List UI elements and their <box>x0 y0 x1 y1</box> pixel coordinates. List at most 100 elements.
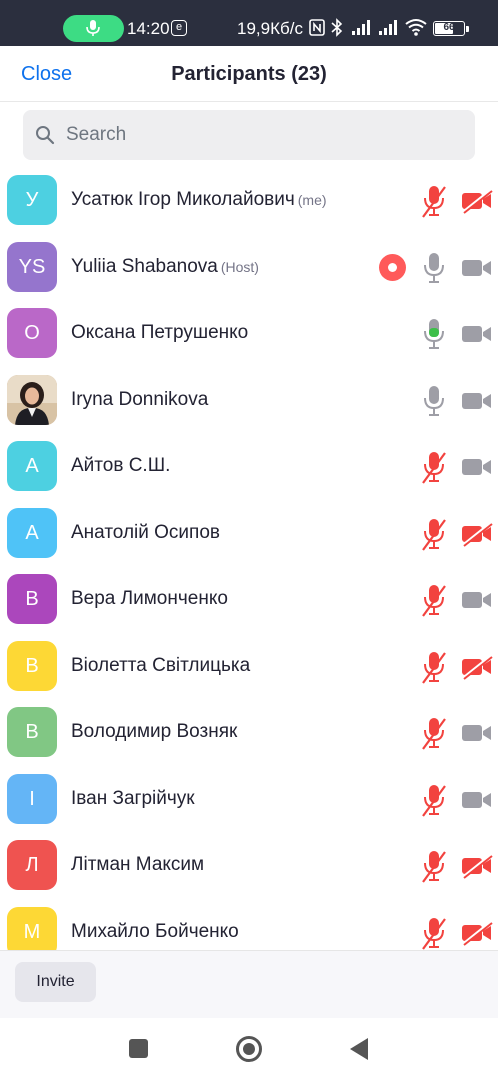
participant-role-tag: (me) <box>297 192 327 208</box>
video-off-icon[interactable] <box>461 919 493 951</box>
participant-name: Анатолій Осипов <box>71 522 220 544</box>
avatar: М <box>7 906 57 950</box>
video-off-icon[interactable] <box>461 653 493 685</box>
microphone-icon[interactable] <box>421 251 447 290</box>
avatar-initial: І <box>29 787 35 810</box>
home-button[interactable] <box>236 1036 262 1062</box>
participant-name-text: Iryna Donnikova <box>71 388 209 410</box>
header: Close Participants (23) <box>0 46 498 102</box>
avatar-initial: М <box>23 920 41 943</box>
participant-name: Віолетта Світлицька <box>71 655 250 677</box>
avatar-initial: А <box>25 521 39 544</box>
video-off-icon[interactable] <box>461 852 493 884</box>
battery-level: 66 <box>443 22 455 33</box>
recording-icon <box>379 253 406 281</box>
mic-muted-icon[interactable] <box>421 517 447 556</box>
video-camera-icon[interactable] <box>461 255 493 286</box>
avatar: В <box>7 640 57 691</box>
participant-name-text: Оксана Петрушенко <box>71 322 249 343</box>
mic-muted-icon[interactable] <box>421 184 447 223</box>
search-bar[interactable] <box>23 110 475 160</box>
participant-name-text: Усатюк Ігор Миколайович <box>71 189 295 210</box>
video-camera-icon[interactable] <box>461 454 493 485</box>
participant-name-text: Анатолій Осипов <box>71 521 220 543</box>
participant-role-tag: (Host) <box>220 258 259 275</box>
video-camera-icon[interactable] <box>461 388 493 419</box>
video-camera-icon[interactable] <box>461 587 493 618</box>
wifi-icon <box>405 19 427 36</box>
avatar-initial: В <box>25 588 39 610</box>
participant-row[interactable]: І Іван Загрійчук <box>0 766 498 833</box>
status-e-badge: e <box>171 20 187 36</box>
avatar-initial: О <box>24 322 40 344</box>
recents-button[interactable] <box>129 1039 148 1058</box>
participant-name: Yuliia Shabanova (Host) <box>71 256 259 278</box>
battery-nub <box>466 26 469 32</box>
mic-muted-icon[interactable] <box>421 450 447 489</box>
participant-row[interactable]: У Усатюк Ігор Миколайович (me) <box>0 167 498 234</box>
signal-1-icon <box>352 20 370 35</box>
avatar-initial: В <box>25 654 39 677</box>
avatar: В <box>7 574 57 624</box>
status-bar: 14:20 e 19,9Кб/с 66 <box>0 0 498 46</box>
participant-row[interactable]: О Оксана Петрушенко <box>0 300 498 367</box>
participant-row[interactable]: А Анатолій Осипов <box>0 500 498 567</box>
participant-name: Айтов С.Ш. <box>71 455 170 477</box>
participant-name: Володимир Возняк <box>71 721 237 743</box>
bottom-bar: Invite <box>0 950 498 1018</box>
participant-row[interactable]: Л Літман Максим <box>0 832 498 899</box>
video-off-icon[interactable] <box>461 187 493 219</box>
video-off-icon[interactable] <box>461 520 493 552</box>
participant-name-text: Віолетта Світлицька <box>71 654 251 676</box>
bluetooth-icon <box>331 18 343 37</box>
participant-row[interactable]: А Айтов С.Ш. <box>0 433 498 500</box>
battery-icon: 66 <box>433 21 469 36</box>
avatar-initial: А <box>25 455 39 477</box>
participant-row[interactable]: YS Yuliia Shabanova (Host) <box>0 234 498 301</box>
avatar-initial: В <box>25 721 39 743</box>
participant-row[interactable]: Iryna Donnikova <box>0 367 498 434</box>
participant-row[interactable]: М Михайло Бойченко <box>0 899 498 951</box>
participant-name-text: Yuliia Shabanova <box>71 255 218 277</box>
avatar: О <box>7 308 57 358</box>
active-mic-indicator[interactable] <box>63 15 124 42</box>
avatar: І <box>7 773 57 824</box>
mic-muted-icon[interactable] <box>421 650 447 689</box>
avatar: В <box>7 707 57 757</box>
video-camera-icon[interactable] <box>461 720 493 751</box>
participant-name: Iryna Donnikova <box>71 389 208 411</box>
back-button[interactable] <box>350 1038 368 1060</box>
participant-name: Михайло Бойченко <box>71 921 239 943</box>
participants-screen: 14:20 e 19,9Кб/с 66 Close Participants (… <box>0 0 498 1079</box>
invite-button[interactable]: Invite <box>15 962 96 1002</box>
video-camera-icon[interactable] <box>461 787 493 818</box>
network-speed: 19,9Кб/с <box>237 19 303 38</box>
mic-muted-icon[interactable] <box>421 916 447 951</box>
avatar-initial: Л <box>25 854 39 876</box>
avatar: А <box>7 441 57 491</box>
avatar-initial: YS <box>18 255 46 278</box>
avatar-photo <box>7 374 57 425</box>
microphone-icon <box>86 20 100 36</box>
mic-muted-icon[interactable] <box>421 716 447 755</box>
microphone-icon[interactable] <box>421 384 447 423</box>
avatar: Л <box>7 840 57 890</box>
participant-name-text: Володимир Возняк <box>71 721 238 742</box>
participant-row[interactable]: В Віолетта Світлицька <box>0 633 498 700</box>
participant-name-text: Літман Максим <box>71 854 205 875</box>
video-camera-icon[interactable] <box>461 321 493 352</box>
participant-name: Іван Загрійчук <box>71 788 195 810</box>
nfc-icon <box>309 19 325 36</box>
mic-muted-icon[interactable] <box>421 583 447 622</box>
mic-muted-icon[interactable] <box>421 783 447 822</box>
participant-name-text: Айтов С.Ш. <box>71 455 171 476</box>
search-input[interactable] <box>66 110 466 160</box>
participant-row[interactable]: В Вера Лимонченко <box>0 566 498 633</box>
participant-name: Оксана Петрушенко <box>71 322 248 344</box>
participant-row[interactable]: В Володимир Возняк <box>0 699 498 766</box>
participant-list[interactable]: У Усатюк Ігор Миколайович (me) YS Yuliia Sha… <box>0 167 498 950</box>
microphone-icon[interactable] <box>421 317 447 356</box>
participant-name-text: Іван Загрійчук <box>71 787 195 809</box>
mic-muted-icon[interactable] <box>421 849 447 888</box>
avatar-initial: У <box>25 189 39 211</box>
